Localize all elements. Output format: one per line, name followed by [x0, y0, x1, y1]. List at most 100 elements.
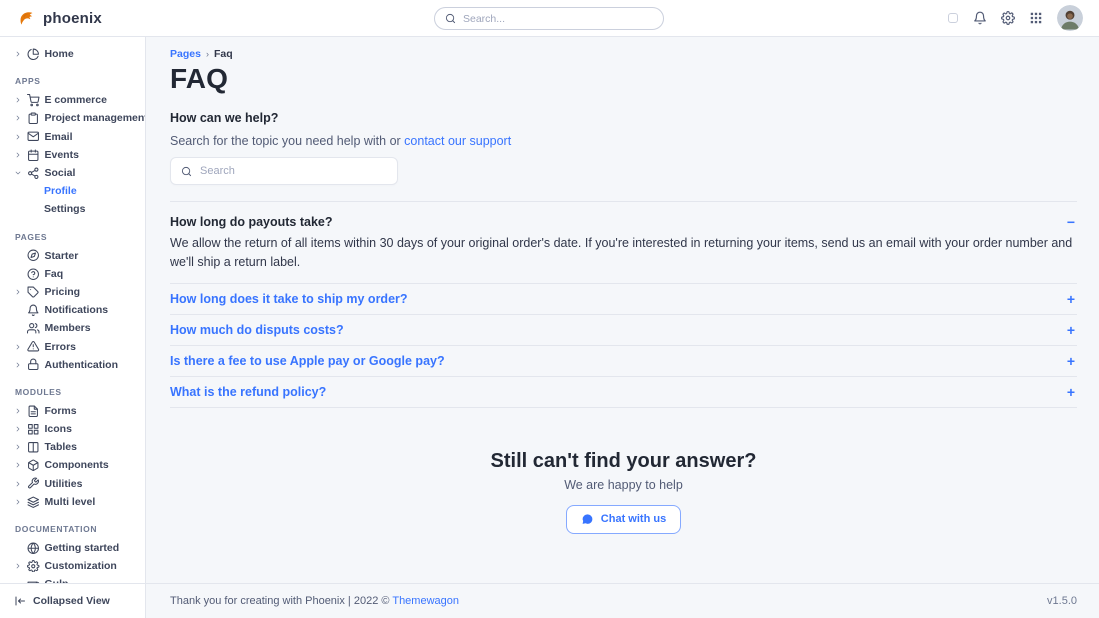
sidebar-item-label: Errors [45, 341, 77, 353]
chevron-right-icon [14, 343, 22, 351]
sidebar-item-home[interactable]: Home [14, 45, 141, 63]
sidebar-item-project-management[interactable]: Project management [14, 109, 141, 127]
help-circle-icon [27, 268, 40, 281]
sidebar-item-members[interactable]: Members [14, 319, 141, 337]
sidebar-item-faq[interactable]: Faq [14, 265, 141, 283]
content: Pages › Faq FAQ How can we help? Search … [146, 37, 1099, 583]
sidebar-subitem-settings[interactable]: Settings [14, 200, 141, 218]
faq-item: How much do disputs costs? + [170, 315, 1077, 346]
bell-icon [27, 304, 40, 317]
plus-icon[interactable]: + [1067, 354, 1077, 368]
faq-question-what-is-the-refund-policy[interactable]: What is the refund policy? + [170, 377, 1077, 407]
sidebar-item-label: Pricing [45, 286, 81, 298]
plus-icon[interactable]: + [1067, 323, 1077, 337]
brand-logo-link[interactable]: phoenix [16, 8, 102, 29]
faq-question-how-long-does-it-take-to-ship-[interactable]: How long does it take to ship my order?+ [170, 284, 1077, 314]
minus-icon[interactable]: − [1067, 215, 1077, 229]
chevron-right-icon [14, 480, 22, 488]
sidebar-nav: Home APPS E commerceProject managementEmai… [0, 37, 145, 583]
contact-support-link[interactable]: contact our support [404, 134, 511, 148]
footer-version: v1.5.0 [1047, 595, 1077, 607]
sidebar-item-gulp[interactable]: Gulp [14, 575, 141, 583]
breadcrumb-pages-link[interactable]: Pages [170, 48, 201, 60]
faq-accordion: How long do payouts take?− We allow the r… [170, 201, 1077, 408]
compass-icon [27, 249, 40, 262]
help-heading: How can we help? [170, 111, 1077, 125]
footer: Thank you for creating with Phoenix | 20… [146, 583, 1099, 618]
sidebar-item-authentication[interactable]: Authentication [14, 356, 141, 374]
file-text-icon [27, 405, 40, 418]
chevron-right-icon [14, 50, 22, 58]
faq-question-is-there-a-fee-to-use-apple-pa[interactable]: Is there a fee to use Apple pay or Googl… [170, 346, 1077, 376]
sidebar-item-label: Social [45, 167, 76, 179]
chevron-right-icon [14, 562, 22, 570]
caret-spacer [14, 324, 22, 332]
sidebar-item-email[interactable]: Email [14, 128, 141, 146]
global-search[interactable] [434, 7, 664, 30]
sidebar-section-label-documentation: DOCUMENTATION [15, 524, 141, 534]
collapsed-view-toggle[interactable]: Collapsed View [0, 583, 145, 618]
user-avatar[interactable] [1057, 5, 1083, 31]
faq-search-input[interactable] [200, 165, 387, 177]
sidebar-section-label-modules: MODULES [15, 387, 141, 397]
sidebar-item-label: Faq [45, 268, 64, 280]
calendar-icon [27, 149, 40, 162]
sidebar-item-multi-level[interactable]: Multi level [14, 493, 141, 511]
sidebar-item-tables[interactable]: Tables [14, 438, 141, 456]
sidebar: Home APPS E commerceProject managementEmai… [0, 37, 146, 618]
sidebar-item-social[interactable]: Social [14, 164, 141, 182]
help-subtext-prefix: Search for the topic you need help with … [170, 134, 404, 148]
sidebar-item-components[interactable]: Components [14, 456, 141, 474]
layers-icon [27, 496, 40, 509]
cta-subtitle: We are happy to help [170, 478, 1077, 492]
faq-question-how-long-do-payouts-take[interactable]: How long do payouts take?− [170, 215, 1077, 229]
search-icon [445, 13, 456, 24]
sidebar-item-label: Events [45, 149, 79, 161]
faq-search[interactable] [170, 157, 398, 185]
package-icon [27, 459, 40, 472]
sidebar-item-starter[interactable]: Starter [14, 247, 141, 265]
themewagon-link[interactable]: Themewagon [392, 595, 459, 607]
sidebar-section-label-apps: APPS [15, 76, 141, 86]
caret-spacer [14, 252, 22, 260]
chevron-right-icon [14, 425, 22, 433]
plus-icon[interactable]: + [1067, 385, 1077, 399]
chat-button-label: Chat with us [601, 513, 666, 525]
plus-icon[interactable]: + [1067, 292, 1077, 306]
faq-question-text: How much do disputs costs? [170, 323, 344, 337]
sidebar-item-customization[interactable]: Customization [14, 557, 141, 575]
bell-icon[interactable] [973, 11, 987, 25]
gear-icon [27, 560, 40, 573]
sidebar-item-notifications[interactable]: Notifications [14, 301, 141, 319]
chevron-right-icon [14, 133, 22, 141]
sidebar-item-getting-started[interactable]: Getting started [14, 539, 141, 557]
sidebar-item-icons[interactable]: Icons [14, 420, 141, 438]
sidebar-item-errors[interactable]: Errors [14, 337, 141, 355]
clipboard-icon [27, 112, 40, 125]
cta-section: Still can't find your answer? We are hap… [170, 450, 1077, 534]
chevron-down-icon [14, 169, 22, 177]
faq-answer: We allow the return of all items within … [170, 234, 1077, 272]
sidebar-item-events[interactable]: Events [14, 146, 141, 164]
faq-question-text: What is the refund policy? [170, 385, 326, 399]
sidebar-item-label: Icons [45, 423, 72, 435]
chevron-right-icon [14, 361, 22, 369]
faq-item: How long does it take to ship my order?+ [170, 284, 1077, 315]
faq-question-text: Is there a fee to use Apple pay or Googl… [170, 354, 445, 368]
gear-icon[interactable] [1001, 11, 1015, 25]
lock-icon [27, 358, 40, 371]
pie-chart-icon [27, 48, 40, 61]
chevron-right-icon [14, 407, 22, 415]
sidebar-item-e-commerce[interactable]: E commerce [14, 91, 141, 109]
theme-toggle[interactable] [947, 12, 959, 24]
sidebar-item-pricing[interactable]: Pricing [14, 283, 141, 301]
sidebar-item-label: Authentication [45, 359, 119, 371]
sidebar-item-forms[interactable]: Forms [14, 402, 141, 420]
faq-question-how-much-do-disputs-costs[interactable]: How much do disputs costs? + [170, 315, 1077, 345]
chat-with-us-button[interactable]: Chat with us [566, 505, 681, 534]
help-subtext: Search for the topic you need help with … [170, 134, 1077, 148]
global-search-input[interactable] [463, 13, 653, 25]
sidebar-item-utilities[interactable]: Utilities [14, 475, 141, 493]
apps-grid-icon[interactable] [1029, 11, 1043, 25]
sidebar-subitem-profile[interactable]: Profile [14, 182, 141, 200]
